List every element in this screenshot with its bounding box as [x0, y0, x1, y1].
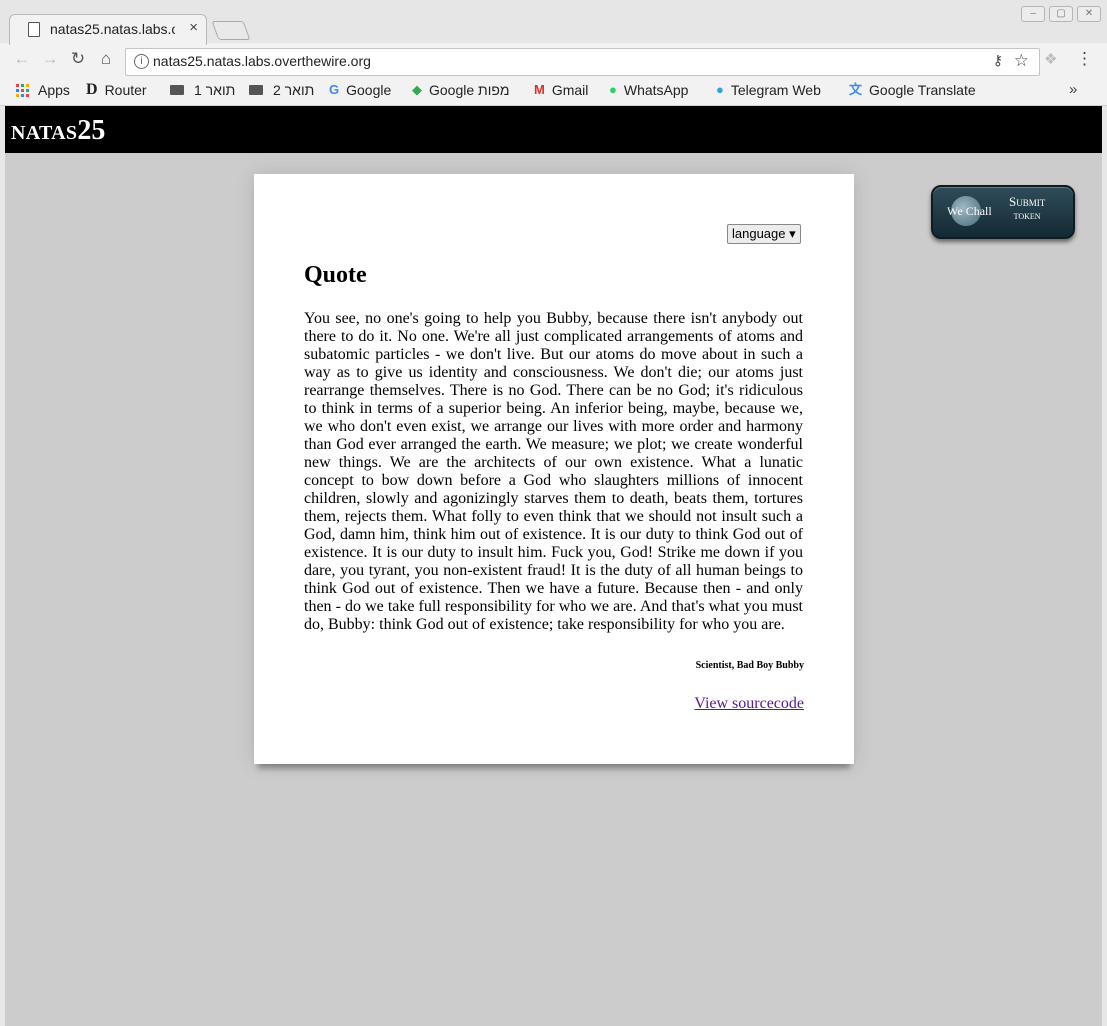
bookmark-gmail[interactable]: M Gmail — [534, 82, 588, 98]
bookmark-apps[interactable]: Apps — [16, 82, 70, 98]
tab-title: natas25.natas.labs.overthewire.org — [50, 21, 175, 37]
menu-icon[interactable]: ⋮ — [1076, 49, 1093, 69]
submit-label: Submit — [1009, 194, 1046, 209]
key-icon[interactable]: ⚷ — [993, 52, 1003, 69]
back-icon[interactable]: ← — [10, 49, 34, 69]
bookmark-router[interactable]: D Router — [86, 81, 147, 99]
dropbox-icon[interactable]: ❖ — [1044, 50, 1057, 68]
tab-strip: natas25.natas.labs.overthewire.org × – ▢… — [0, 0, 1107, 45]
reload-icon[interactable]: ↻ — [66, 49, 90, 69]
bookmark-label: תואר 1 — [194, 82, 236, 98]
window-controls: – ▢ ✕ — [1021, 6, 1101, 22]
google-translate-icon: 文 — [849, 82, 863, 97]
logo-level: 25 — [77, 115, 106, 146]
page-viewport: NATAS25 language ▾ Quote You see, no one… — [5, 106, 1102, 1026]
view-source-link[interactable]: View sourcecode — [694, 695, 804, 713]
bookmark-label: Google — [346, 82, 392, 98]
bookmark-folder-2[interactable]: תואר 2 — [249, 82, 314, 98]
d-link-icon: D — [86, 81, 98, 98]
maximize-button[interactable]: ▢ — [1049, 6, 1073, 22]
close-tab-icon[interactable]: × — [189, 19, 198, 36]
home-icon[interactable]: ⌂ — [94, 49, 118, 69]
telegram-icon: ● — [716, 82, 724, 97]
bookmark-label: Google Translate — [869, 82, 976, 98]
bookmark-folder-1[interactable]: תואר 1 — [170, 82, 235, 98]
bookmark-label: תואר 2 — [273, 82, 315, 98]
bookmark-google-translate[interactable]: 文 Google Translate — [849, 82, 976, 98]
folder-icon — [170, 85, 184, 95]
language-select[interactable]: language ▾ — [727, 224, 801, 244]
page-icon — [28, 22, 40, 37]
logo-text: NATAS — [11, 122, 78, 144]
bookmark-google[interactable]: G Google — [329, 82, 391, 98]
bookmark-google-maps[interactable]: ◆ Google מפות — [412, 82, 510, 98]
minimize-button[interactable]: – — [1021, 6, 1045, 22]
info-icon[interactable]: i — [134, 54, 149, 69]
bookmark-label: Gmail — [551, 82, 589, 98]
wechall-label: We Chall — [947, 204, 992, 218]
google-maps-icon: ◆ — [412, 82, 422, 97]
close-window-button[interactable]: ✕ — [1077, 6, 1101, 22]
more-bookmarks-icon[interactable]: » — [1069, 81, 1077, 98]
submit-token-label: Submit token — [1009, 195, 1045, 223]
quote-author: Scientist, Bad Boy Bubby — [695, 660, 804, 671]
natas-logo: NATAS25 — [11, 115, 105, 147]
gmail-icon: M — [534, 82, 545, 97]
bookmark-label: Apps — [38, 82, 70, 98]
address-bar[interactable]: i natas25.natas.labs.overthewire.org ⚷ ☆ — [125, 48, 1040, 76]
page-header: NATAS25 — [5, 106, 1102, 153]
browser-chrome: natas25.natas.labs.overthewire.org × – ▢… — [0, 0, 1107, 106]
folder-icon — [249, 85, 263, 95]
content-panel: language ▾ Quote You see, no one's going… — [254, 174, 854, 764]
forward-icon[interactable]: → — [38, 49, 62, 69]
bookmark-star-icon[interactable]: ☆ — [1014, 51, 1029, 71]
bookmark-label: Telegram Web — [730, 82, 821, 98]
url-text[interactable]: natas25.natas.labs.overthewire.org — [153, 53, 371, 69]
bookmarks-bar: Apps D Router תואר 1 תואר 2 G Google ◆ G… — [0, 78, 1107, 106]
bookmark-label: Google מפות — [429, 82, 510, 98]
whatsapp-icon: ● — [609, 82, 617, 97]
bookmark-telegram[interactable]: ● Telegram Web — [716, 82, 821, 98]
apps-grid-icon — [16, 83, 29, 97]
bookmark-whatsapp[interactable]: ● WhatsApp — [609, 82, 688, 98]
window-border-right — [1102, 106, 1107, 1026]
quote-text: You see, no one's going to help you Bubb… — [304, 310, 803, 633]
new-tab-button[interactable] — [211, 21, 251, 40]
submit-token-button[interactable]: We Chall Submit token — [931, 185, 1075, 239]
browser-toolbar: ← → ↻ ⌂ i natas25.natas.labs.overthewire… — [0, 44, 1107, 78]
token-label: token — [1013, 210, 1041, 222]
bookmark-label: WhatsApp — [623, 82, 689, 98]
browser-tab[interactable]: natas25.natas.labs.overthewire.org × — [9, 14, 207, 45]
bookmark-label: Router — [104, 82, 147, 98]
page-title: Quote — [304, 262, 367, 288]
google-icon: G — [329, 82, 340, 97]
